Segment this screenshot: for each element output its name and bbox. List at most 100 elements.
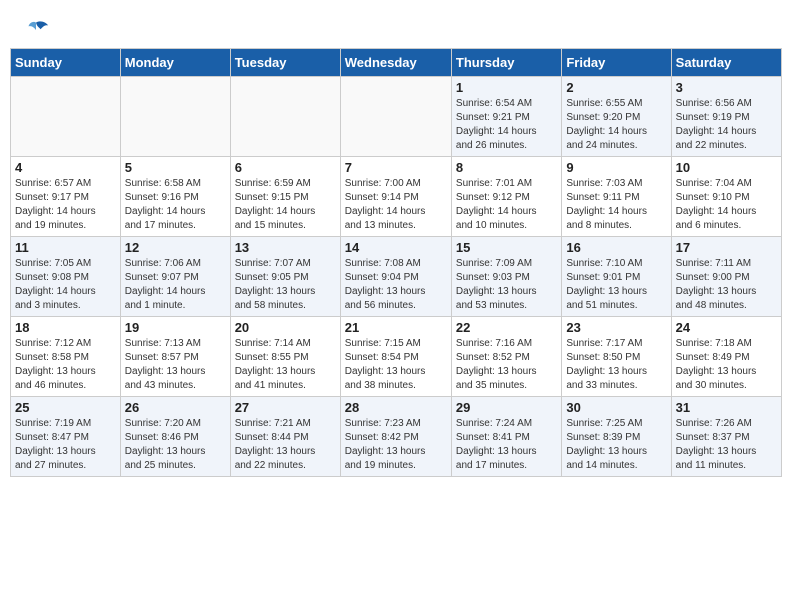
day-cell: 4Sunrise: 6:57 AM Sunset: 9:17 PM Daylig… [11,157,121,237]
day-number: 30 [566,400,666,415]
day-info-text: Sunrise: 7:10 AM Sunset: 9:01 PM Dayligh… [566,257,666,313]
day-info-text: Sunrise: 7:16 AM Sunset: 8:52 PM Dayligh… [456,337,557,393]
day-number: 1 [456,80,557,95]
day-cell: 31 Sunrise: 7:26 AM Sunset: 8:37 PM Dayli… [671,397,781,477]
calendar-table: SundayMondayTuesdayWednesdayThursdayFrid… [10,48,782,477]
day-number: 20 [235,320,336,335]
day-header-sunday: Sunday [11,49,121,77]
day-cell: 9 Sunrise: 7:03 AM Sunset: 9:11 PM Daylig… [562,157,671,237]
day-number: 4 [15,160,116,175]
day-info-text: Sunrise: 7:19 AM Sunset: 8:47 PM Dayligh… [15,417,116,473]
day-header-monday: Monday [120,49,230,77]
day-info-text: Sunrise: 7:11 AM Sunset: 9:00 PM Dayligh… [676,257,777,313]
day-cell: 29 Sunrise: 7:24 AM Sunset: 8:41 PM Dayli… [451,397,561,477]
day-info-text: Sunrise: 7:14 AM Sunset: 8:55 PM Dayligh… [235,337,336,393]
day-info-text: Sunrise: 7:21 AM Sunset: 8:44 PM Dayligh… [235,417,336,473]
day-number: 7 [345,160,447,175]
day-info-text: Sunrise: 7:01 AM Sunset: 9:12 PM Dayligh… [456,177,557,233]
day-header-thursday: Thursday [451,49,561,77]
day-number: 13 [235,240,336,255]
day-number: 25 [15,400,116,415]
day-number: 5 [125,160,226,175]
day-cell: 19Sunrise: 7:13 AM Sunset: 8:57 PM Dayli… [120,317,230,397]
day-cell: 25 Sunrise: 7:19 AM Sunset: 8:47 PM Dayli… [11,397,121,477]
day-info-text: Sunrise: 7:23 AM Sunset: 8:42 PM Dayligh… [345,417,447,473]
day-header-saturday: Saturday [671,49,781,77]
days-header-row: SundayMondayTuesdayWednesdayThursdayFrid… [11,49,782,77]
day-cell: 1 Sunrise: 6:54 AM Sunset: 9:21 PM Daylig… [451,77,561,157]
day-cell: 27 Sunrise: 7:21 AM Sunset: 8:44 PM Dayli… [230,397,340,477]
day-cell: 23 Sunrise: 7:17 AM Sunset: 8:50 PM Dayli… [562,317,671,397]
week-row-2: 4Sunrise: 6:57 AM Sunset: 9:17 PM Daylig… [11,157,782,237]
day-cell: 7 Sunrise: 7:00 AM Sunset: 9:14 PM Daylig… [340,157,451,237]
day-info-text: Sunrise: 7:24 AM Sunset: 8:41 PM Dayligh… [456,417,557,473]
day-info-text: Sunrise: 6:56 AM Sunset: 9:19 PM Dayligh… [676,97,777,153]
day-number: 21 [345,320,447,335]
day-cell: 2Sunrise: 6:55 AM Sunset: 9:20 PM Daylig… [562,77,671,157]
day-info-text: Sunrise: 7:08 AM Sunset: 9:04 PM Dayligh… [345,257,447,313]
day-number: 11 [15,240,116,255]
day-number: 3 [676,80,777,95]
day-header-friday: Friday [562,49,671,77]
day-header-wednesday: Wednesday [340,49,451,77]
day-number: 19 [125,320,226,335]
day-number: 22 [456,320,557,335]
day-cell [11,77,121,157]
day-number: 31 [676,400,777,415]
logo-bird-icon [22,18,50,46]
day-number: 26 [125,400,226,415]
day-number: 29 [456,400,557,415]
day-info-text: Sunrise: 7:04 AM Sunset: 9:10 PM Dayligh… [676,177,777,233]
day-number: 18 [15,320,116,335]
day-cell: 14 Sunrise: 7:08 AM Sunset: 9:04 PM Dayli… [340,237,451,317]
day-info-text: Sunrise: 7:05 AM Sunset: 9:08 PM Dayligh… [15,257,116,313]
day-info-text: Sunrise: 7:12 AM Sunset: 8:58 PM Dayligh… [15,337,116,393]
day-cell: 22 Sunrise: 7:16 AM Sunset: 8:52 PM Dayli… [451,317,561,397]
day-cell: 3 Sunrise: 6:56 AM Sunset: 9:19 PM Daylig… [671,77,781,157]
day-info-text: Sunrise: 7:18 AM Sunset: 8:49 PM Dayligh… [676,337,777,393]
day-info-text: Sunrise: 7:15 AM Sunset: 8:54 PM Dayligh… [345,337,447,393]
day-number: 16 [566,240,666,255]
week-row-5: 25 Sunrise: 7:19 AM Sunset: 8:47 PM Dayli… [11,397,782,477]
day-cell: 30 Sunrise: 7:25 AM Sunset: 8:39 PM Dayli… [562,397,671,477]
day-cell: 20 Sunrise: 7:14 AM Sunset: 8:55 PM Dayli… [230,317,340,397]
day-info-text: Sunrise: 7:09 AM Sunset: 9:03 PM Dayligh… [456,257,557,313]
day-number: 10 [676,160,777,175]
logo [20,18,50,40]
day-info-text: Sunrise: 6:58 AM Sunset: 9:16 PM Dayligh… [125,177,226,233]
day-cell: 12Sunrise: 7:06 AM Sunset: 9:07 PM Dayli… [120,237,230,317]
day-info-text: Sunrise: 7:26 AM Sunset: 8:37 PM Dayligh… [676,417,777,473]
day-info-text: Sunrise: 7:03 AM Sunset: 9:11 PM Dayligh… [566,177,666,233]
day-cell [120,77,230,157]
day-number: 27 [235,400,336,415]
day-cell: 15 Sunrise: 7:09 AM Sunset: 9:03 PM Dayli… [451,237,561,317]
page-header [10,10,782,44]
week-row-1: 1 Sunrise: 6:54 AM Sunset: 9:21 PM Daylig… [11,77,782,157]
day-number: 23 [566,320,666,335]
day-info-text: Sunrise: 7:20 AM Sunset: 8:46 PM Dayligh… [125,417,226,473]
day-cell: 24 Sunrise: 7:18 AM Sunset: 8:49 PM Dayli… [671,317,781,397]
day-cell [230,77,340,157]
week-row-3: 11 Sunrise: 7:05 AM Sunset: 9:08 PM Dayli… [11,237,782,317]
day-info-text: Sunrise: 7:17 AM Sunset: 8:50 PM Dayligh… [566,337,666,393]
day-cell: 16 Sunrise: 7:10 AM Sunset: 9:01 PM Dayli… [562,237,671,317]
day-cell: 6Sunrise: 6:59 AM Sunset: 9:15 PM Daylig… [230,157,340,237]
day-info-text: Sunrise: 7:00 AM Sunset: 9:14 PM Dayligh… [345,177,447,233]
day-cell: 28 Sunrise: 7:23 AM Sunset: 8:42 PM Dayli… [340,397,451,477]
day-cell: 13Sunrise: 7:07 AM Sunset: 9:05 PM Dayli… [230,237,340,317]
day-number: 8 [456,160,557,175]
day-number: 28 [345,400,447,415]
day-number: 14 [345,240,447,255]
day-header-tuesday: Tuesday [230,49,340,77]
day-info-text: Sunrise: 7:25 AM Sunset: 8:39 PM Dayligh… [566,417,666,473]
day-info-text: Sunrise: 6:54 AM Sunset: 9:21 PM Dayligh… [456,97,557,153]
day-cell: 5 Sunrise: 6:58 AM Sunset: 9:16 PM Daylig… [120,157,230,237]
day-number: 9 [566,160,666,175]
day-number: 6 [235,160,336,175]
day-number: 24 [676,320,777,335]
day-number: 15 [456,240,557,255]
day-number: 17 [676,240,777,255]
day-info-text: Sunrise: 6:55 AM Sunset: 9:20 PM Dayligh… [566,97,666,153]
day-number: 12 [125,240,226,255]
day-cell: 26 Sunrise: 7:20 AM Sunset: 8:46 PM Dayli… [120,397,230,477]
